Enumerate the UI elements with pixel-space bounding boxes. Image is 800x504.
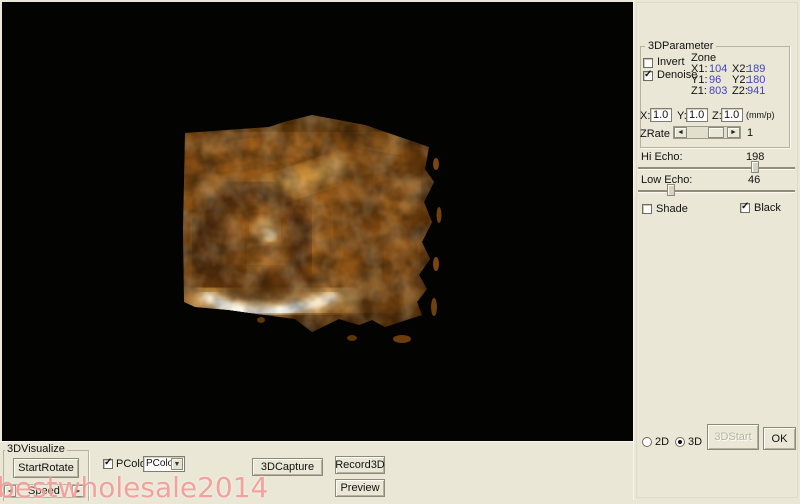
invert-checkbox[interactable] bbox=[643, 58, 653, 68]
hi-echo-label: Hi Echo: bbox=[641, 151, 683, 163]
scale-unit-label: (mm/p) bbox=[746, 110, 775, 120]
zrate-slider[interactable]: ◄ ► bbox=[673, 126, 741, 139]
pcolor-combobox[interactable]: PColor ▼ bbox=[143, 456, 185, 472]
hi-echo-thumb[interactable] bbox=[751, 161, 759, 173]
ultrasound-viewport[interactable] bbox=[2, 2, 633, 441]
combo-dropdown-arrow-icon[interactable]: ▼ bbox=[171, 458, 183, 470]
z-scale-input[interactable]: 1.0 bbox=[721, 108, 743, 122]
black-checkbox[interactable] bbox=[740, 203, 750, 213]
ok-button[interactable]: OK bbox=[763, 427, 796, 450]
denoise-checkbox[interactable] bbox=[643, 71, 653, 81]
zrate-value: 1 bbox=[747, 127, 754, 139]
black-label: Black bbox=[754, 202, 781, 214]
preview-button[interactable]: Preview bbox=[335, 479, 385, 497]
pcolor-checkbox[interactable] bbox=[103, 459, 113, 469]
y-scale-input[interactable]: 1.0 bbox=[686, 108, 708, 122]
zone-z2-label: Z2: bbox=[732, 85, 748, 97]
invert-label: Invert bbox=[657, 56, 685, 68]
zone-z1-label: Z1: bbox=[691, 85, 707, 97]
zrate-slider-thumb[interactable] bbox=[708, 127, 724, 138]
zone-z1-value: 803 bbox=[709, 85, 728, 97]
zrate-right-arrow-icon[interactable]: ► bbox=[727, 127, 740, 138]
low-echo-value: 46 bbox=[748, 174, 761, 186]
parameter-panel: 3DParameter Invert Denoise Zone X1: 104 … bbox=[633, 0, 800, 500]
3dstart-button[interactable]: 3DStart bbox=[707, 424, 759, 450]
hi-echo-track[interactable] bbox=[638, 167, 795, 170]
mode-2d-label: 2D bbox=[655, 436, 670, 448]
x-scale-input[interactable]: 1.0 bbox=[650, 108, 672, 122]
zrate-left-arrow-icon[interactable]: ◄ bbox=[674, 127, 687, 138]
mode-3d-label: 3D bbox=[688, 436, 703, 448]
low-echo-track[interactable] bbox=[638, 190, 795, 193]
app-window: { "right_panel": { "group_title": "3DPar… bbox=[0, 0, 800, 504]
watermark-text: bestwholesale2014 bbox=[0, 471, 269, 504]
shade-checkbox[interactable] bbox=[642, 204, 652, 214]
x-scale-label: X: bbox=[640, 110, 651, 122]
zrate-label: ZRate bbox=[640, 128, 670, 140]
mode-2d-radio[interactable] bbox=[642, 437, 652, 447]
visualize-group-title: 3DVisualize bbox=[5, 443, 67, 455]
mode-3d-radio[interactable] bbox=[675, 437, 685, 447]
record3d-button[interactable]: Record3D bbox=[335, 456, 385, 474]
shade-label: Shade bbox=[656, 203, 688, 215]
low-echo-thumb[interactable] bbox=[667, 184, 675, 196]
ultrasound-volume-render bbox=[183, 115, 442, 343]
parameter-group-title: 3DParameter bbox=[645, 39, 717, 53]
zone-z2-value: 941 bbox=[747, 85, 766, 97]
